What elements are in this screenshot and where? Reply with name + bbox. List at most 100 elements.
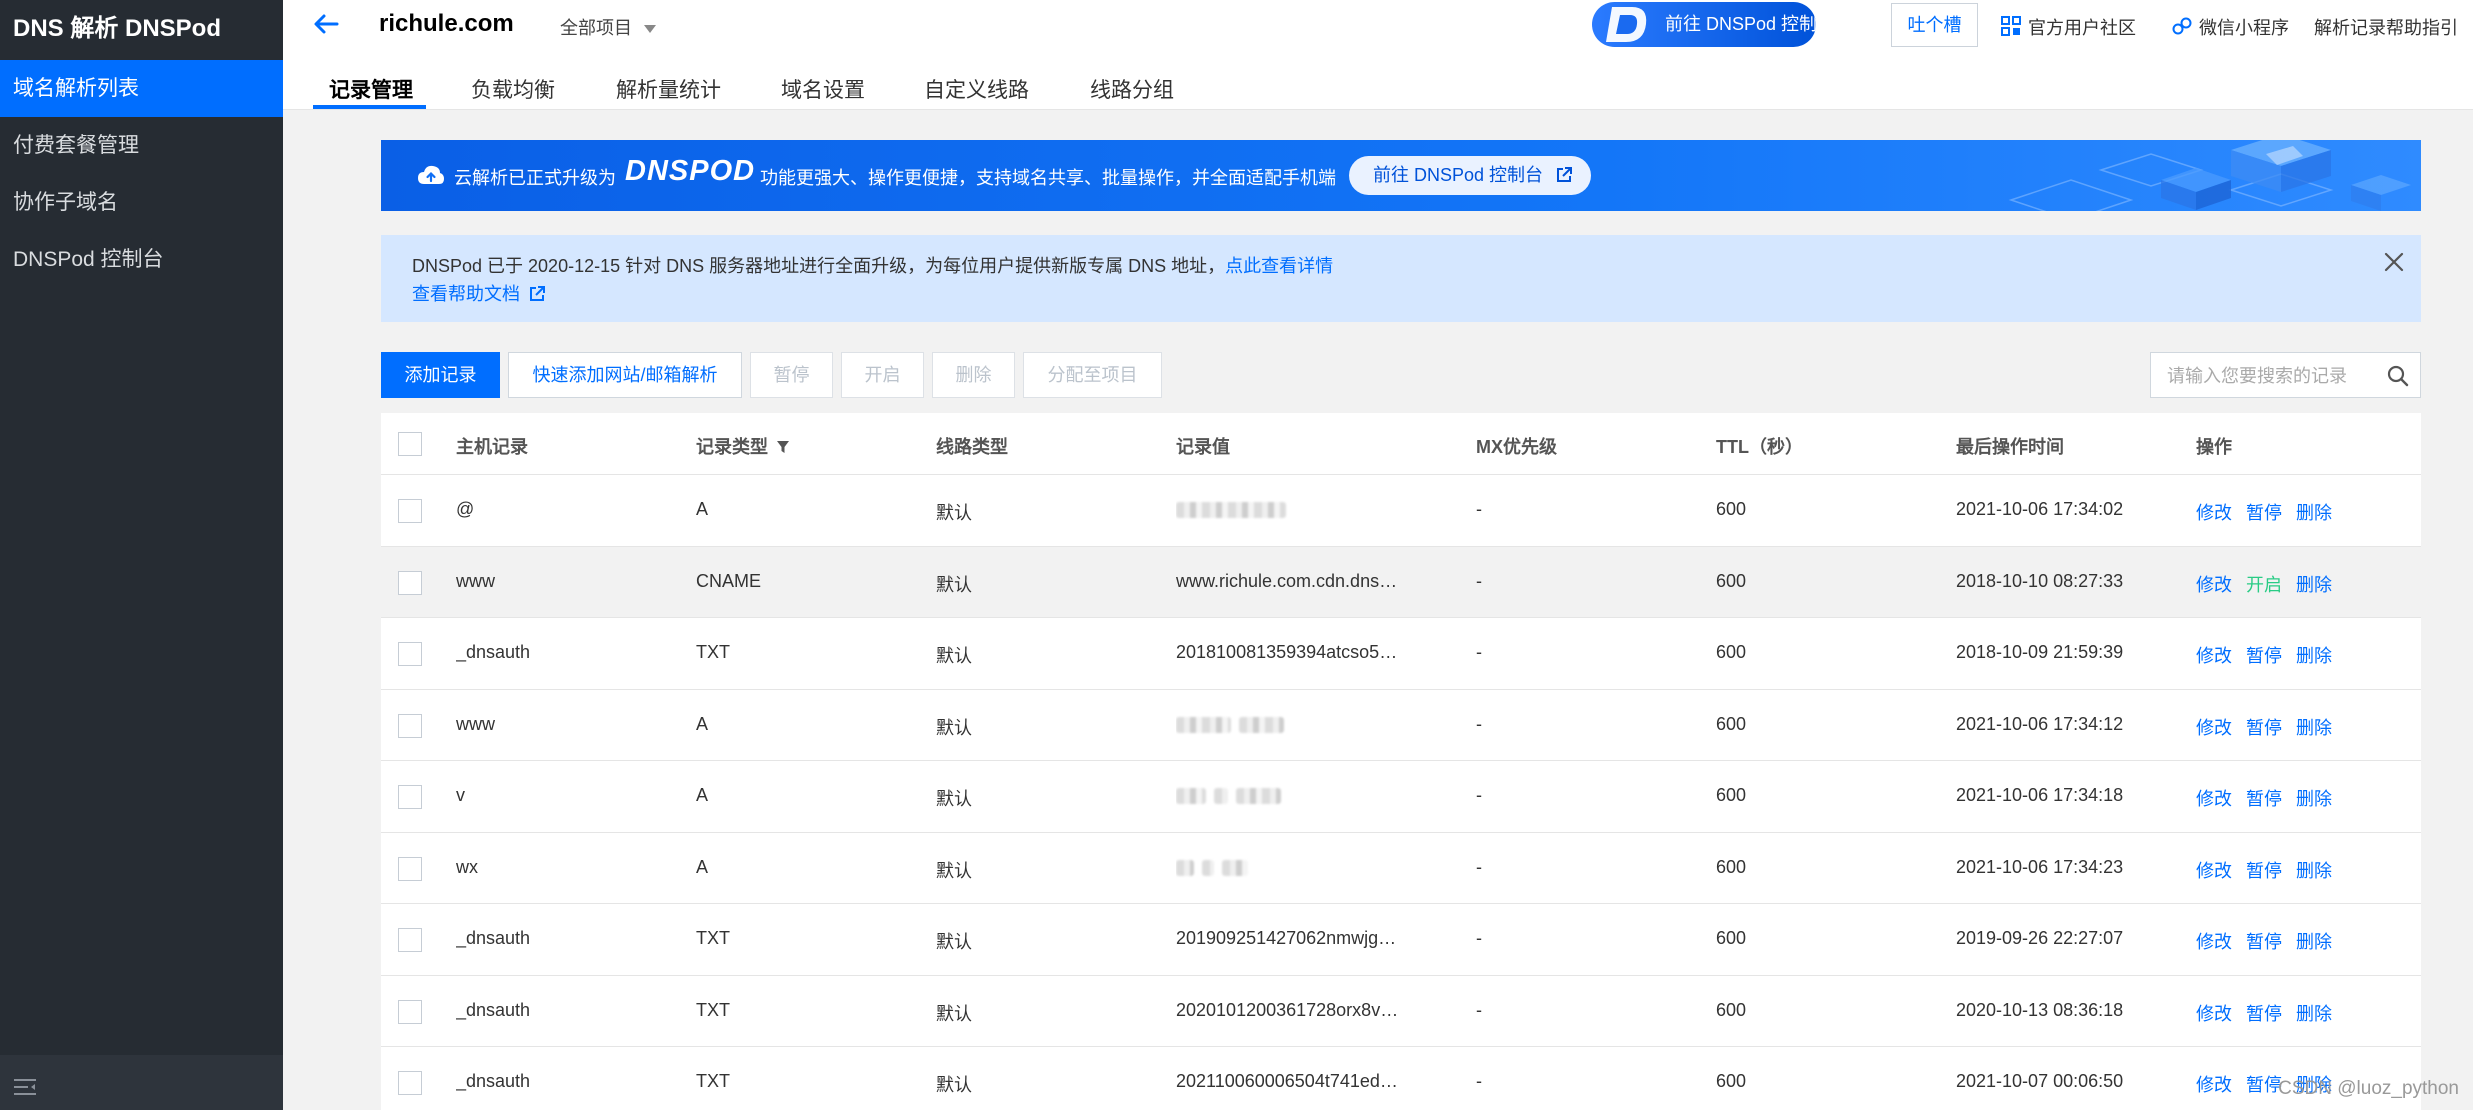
assign-project-button[interactable]: 分配至项目 — [1023, 352, 1162, 398]
row-checkbox[interactable] — [398, 570, 422, 595]
row-checkbox[interactable] — [398, 1071, 422, 1095]
pause-action[interactable]: 暂停 — [2246, 642, 2282, 668]
column-header-type-label: 记录类型 — [696, 437, 768, 457]
modify-action[interactable]: 修改 — [2196, 499, 2232, 525]
ttl-cell: 600 — [1716, 570, 1747, 591]
column-header-actions: 操作 — [2196, 437, 2232, 457]
mx-cell: - — [1476, 499, 1482, 519]
row-checkbox[interactable] — [398, 856, 422, 881]
pause-action[interactable]: 暂停 — [2246, 714, 2282, 740]
sidebar-item-dnspod-console[interactable]: DNSPod 控制台 — [0, 231, 283, 288]
dnspod-console-button[interactable]: 前往 DNSPod 控制台 — [1592, 2, 1816, 47]
dns-records-table: 主机记录 记录类型 线路类型 记录值 MX优先级 TTL（秒） 最后操作时间 操… — [381, 413, 2421, 1110]
delete-button[interactable]: 删除 — [932, 352, 1015, 398]
top-header: richule.com 全部项目 前往 DNSPod 控制台 吐个槽 官方用户社… — [283, 0, 2473, 110]
modify-action[interactable]: 修改 — [2196, 714, 2232, 740]
miniprogram-link[interactable]: 微信小程序 — [2171, 14, 2289, 40]
row-checkbox[interactable] — [398, 928, 422, 952]
column-header-type[interactable]: 记录类型 — [696, 433, 790, 459]
ttl-cell: 600 — [1716, 928, 1747, 948]
sidebar-collapse-bar[interactable] — [0, 1055, 283, 1110]
modify-action[interactable]: 修改 — [2196, 785, 2232, 811]
row-checkbox[interactable] — [398, 642, 422, 666]
row-checkbox[interactable] — [398, 785, 422, 809]
value-cell — [1176, 857, 1416, 878]
delete-action[interactable]: 删除 — [2296, 642, 2332, 668]
pause-action[interactable]: 暂停 — [2246, 1000, 2282, 1026]
delete-action[interactable]: 删除 — [2296, 714, 2332, 740]
tab-query-statistics[interactable]: 解析量统计 — [616, 74, 721, 104]
modify-action[interactable]: 修改 — [2196, 1000, 2232, 1026]
select-all-checkbox[interactable] — [398, 432, 422, 456]
tab-custom-lines[interactable]: 自定义线路 — [924, 74, 1029, 104]
notice-help-doc-link[interactable]: 查看帮助文档 — [412, 280, 546, 306]
tab-domain-settings[interactable]: 域名设置 — [781, 74, 865, 104]
project-select[interactable]: 全部项目 — [560, 14, 656, 40]
value-cell: 201909251427062nmwjg… — [1176, 928, 1397, 948]
collapse-menu-icon[interactable] — [14, 1078, 36, 1096]
sidebar-item-paid-plans[interactable]: 付费套餐管理 — [0, 117, 283, 174]
row-checkbox[interactable] — [398, 999, 422, 1024]
tab-line-groups[interactable]: 线路分组 — [1090, 74, 1174, 104]
community-link[interactable]: 官方用户社区 — [2000, 14, 2136, 40]
tab-record-management[interactable]: 记录管理 — [329, 74, 413, 104]
search-icon[interactable] — [2386, 364, 2410, 388]
record-search-input[interactable] — [2167, 363, 2377, 389]
domain-title: richule.com — [379, 10, 514, 37]
close-icon[interactable] — [2383, 251, 2405, 273]
dnspod-logo-icon — [1606, 7, 1647, 42]
help-guide-link-label: 解析记录帮助指引 — [2314, 18, 2458, 38]
ttl-cell: 600 — [1716, 856, 1747, 877]
time-cell: 2020-10-13 08:36:18 — [1956, 999, 2124, 1020]
type-cell: TXT — [696, 928, 730, 948]
delete-action[interactable]: 删除 — [2296, 785, 2332, 811]
row-checkbox[interactable] — [398, 713, 422, 738]
table-row: v A 默认 - 600 2021-10-06 17:34:18 修改 暂停 删除 — [381, 761, 2421, 833]
redacted-value-blur — [1176, 788, 1206, 805]
time-cell: 2021-10-06 17:34:23 — [1956, 856, 2124, 877]
line-cell: 默认 — [936, 860, 972, 881]
modify-action[interactable]: 修改 — [2196, 571, 2232, 597]
pause-button[interactable]: 暂停 — [750, 352, 833, 398]
modify-action[interactable]: 修改 — [2196, 1071, 2232, 1097]
back-arrow-icon[interactable] — [311, 9, 341, 39]
sidebar-item-domain-list[interactable]: 域名解析列表 — [0, 60, 283, 117]
table-row: www CNAME 默认 www.richule.com.cdn.dns… - 600 20… — [381, 546, 2421, 618]
table-row: _dnsauth TXT 默认 201909251427062nmwjg… - 600 20… — [381, 904, 2421, 976]
notice-details-link[interactable]: 点此查看详情 — [1225, 256, 1333, 276]
modify-action[interactable]: 修改 — [2196, 928, 2232, 954]
filter-icon[interactable] — [776, 440, 790, 454]
value-cell — [1176, 714, 1416, 735]
banner-dnspod-console-button[interactable]: 前往 DNSPod 控制台 — [1349, 156, 1591, 195]
row-checkbox[interactable] — [398, 499, 422, 523]
modify-action[interactable]: 修改 — [2196, 642, 2232, 668]
value-cell — [1176, 499, 1416, 520]
time-cell: 2018-10-10 08:27:33 — [1956, 570, 2124, 591]
delete-action[interactable]: 删除 — [2296, 499, 2332, 525]
delete-action[interactable]: 删除 — [2296, 857, 2332, 883]
quick-add-button[interactable]: 快速添加网站/邮箱解析 — [508, 352, 742, 398]
help-guide-link[interactable]: 解析记录帮助指引 — [2314, 14, 2458, 40]
dnspod-wordmark: DNSPOD — [625, 155, 756, 187]
type-cell: A — [696, 499, 709, 519]
pause-action[interactable]: 暂停 — [2246, 857, 2282, 883]
isometric-blocks-illustration — [2008, 140, 2411, 211]
feedback-button[interactable]: 吐个槽 — [1891, 3, 1978, 47]
sidebar-item-shared-subdomains[interactable]: 协作子域名 — [0, 174, 283, 231]
table-row: _dnsauth TXT 默认 2020101200361728orx8v… - 600 2… — [381, 976, 2421, 1047]
delete-action[interactable]: 删除 — [2296, 571, 2332, 597]
time-cell: 2019-09-26 22:27:07 — [1956, 928, 2124, 948]
pause-action[interactable]: 暂停 — [2246, 785, 2282, 811]
delete-action[interactable]: 删除 — [2296, 928, 2332, 954]
host-cell: www — [456, 713, 495, 734]
pause-action[interactable]: 暂停 — [2246, 928, 2282, 954]
enable-action[interactable]: 开启 — [2246, 571, 2282, 597]
modify-action[interactable]: 修改 — [2196, 857, 2232, 883]
tab-load-balancing[interactable]: 负载均衡 — [471, 74, 555, 104]
pause-action[interactable]: 暂停 — [2246, 499, 2282, 525]
add-record-button[interactable]: 添加记录 — [381, 352, 500, 398]
type-cell: TXT — [696, 999, 730, 1020]
enable-button[interactable]: 开启 — [841, 352, 924, 398]
delete-action[interactable]: 删除 — [2296, 1000, 2332, 1026]
pause-action[interactable]: 暂停 — [2246, 1071, 2282, 1097]
